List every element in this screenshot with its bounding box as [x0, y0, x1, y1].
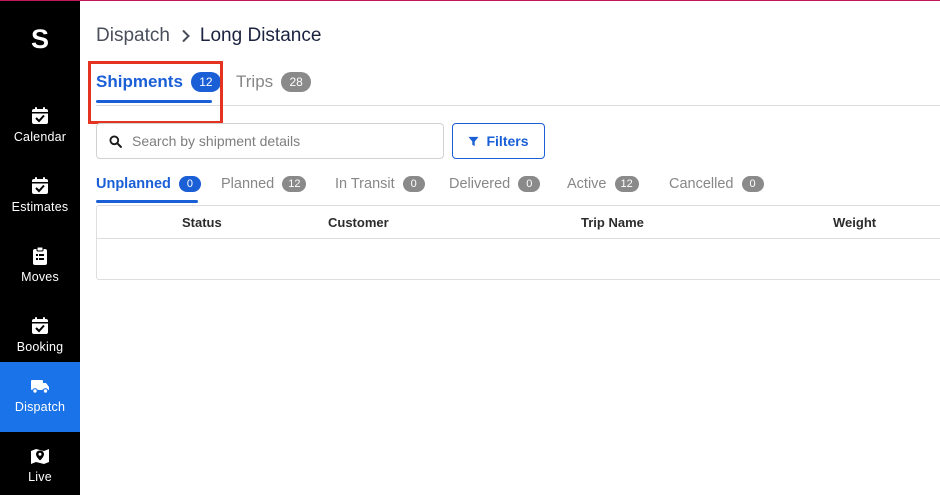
highlight-annotation-box — [88, 61, 223, 124]
map-pin-icon — [31, 449, 49, 464]
table-header: Status Customer Trip Name Weight — [97, 206, 940, 239]
status-tab-unplanned[interactable]: Unplanned 0 — [96, 176, 201, 192]
status-tab-label: Active — [567, 176, 607, 192]
status-tab-in-transit[interactable]: In Transit 0 — [335, 176, 425, 192]
status-tab-cancelled[interactable]: Cancelled 0 — [669, 176, 764, 192]
count-badge: 0 — [178, 176, 201, 192]
status-tab-label: Planned — [221, 176, 275, 192]
count-badge: 0 — [402, 176, 425, 192]
calendar-check-icon — [32, 177, 48, 194]
column-header-customer[interactable]: Customer — [328, 215, 389, 230]
sidebar-item-moves[interactable]: Moves — [0, 232, 80, 302]
clipboard-list-icon — [33, 246, 47, 265]
sidebar-item-estimates[interactable]: Estimates — [0, 162, 80, 232]
tab-trips[interactable]: Trips 28 — [236, 72, 312, 92]
sidebar-item-label: Booking — [16, 340, 64, 354]
chevron-right-icon — [181, 29, 191, 43]
sidebar-item-label: Live — [28, 470, 52, 484]
breadcrumb: Dispatch Long Distance — [96, 25, 321, 47]
status-tab-planned[interactable]: Planned 12 — [221, 176, 307, 192]
count-badge: 12 — [614, 176, 639, 192]
filters-button[interactable]: Filters — [452, 123, 545, 159]
app-logo[interactable]: S — [0, 24, 80, 55]
sidebar-item-dispatch[interactable]: Dispatch — [0, 362, 80, 432]
sidebar-item-calendar[interactable]: Calendar — [0, 92, 80, 162]
count-badge: 0 — [741, 176, 764, 192]
top-accent-line — [0, 0, 940, 1]
filters-label: Filters — [486, 133, 529, 149]
shipments-table: Status Customer Trip Name Weight — [96, 205, 940, 280]
search-input[interactable] — [132, 133, 432, 149]
tab-label: Trips — [236, 72, 274, 91]
main-content: Dispatch Long Distance Shipments 12 Trip… — [80, 0, 940, 495]
breadcrumb-parent[interactable]: Dispatch — [96, 25, 170, 47]
search-icon — [109, 134, 122, 148]
sidebar-item-label: Calendar — [13, 130, 67, 144]
column-header-status[interactable]: Status — [182, 215, 222, 230]
status-tab-active[interactable]: Active 12 — [567, 176, 639, 192]
calendar-check-icon — [32, 317, 48, 334]
sidebar: S Calendar Estimates Moves Booking Dispa… — [0, 0, 80, 495]
active-status-indicator — [96, 200, 198, 203]
filter-icon — [468, 136, 480, 146]
column-header-weight[interactable]: Weight — [833, 215, 876, 230]
status-tab-label: Delivered — [449, 176, 511, 192]
count-badge: 28 — [281, 72, 312, 92]
breadcrumb-current: Long Distance — [199, 25, 322, 46]
status-tab-label: Unplanned — [96, 176, 171, 192]
count-badge: 0 — [518, 176, 541, 192]
sidebar-item-label: Moves — [21, 270, 59, 284]
count-badge: 12 — [282, 176, 307, 192]
column-header-trip-name[interactable]: Trip Name — [581, 215, 644, 230]
status-tab-label: Cancelled — [669, 176, 734, 192]
calendar-check-icon — [32, 107, 48, 124]
sidebar-item-label: Estimates — [11, 200, 69, 214]
sidebar-item-label: Dispatch — [14, 400, 66, 414]
status-tab-label: In Transit — [335, 176, 395, 192]
status-tab-delivered[interactable]: Delivered 0 — [449, 176, 541, 192]
sidebar-item-live[interactable]: Live — [0, 432, 80, 495]
truck-icon — [31, 380, 49, 394]
search-box[interactable] — [96, 123, 444, 159]
